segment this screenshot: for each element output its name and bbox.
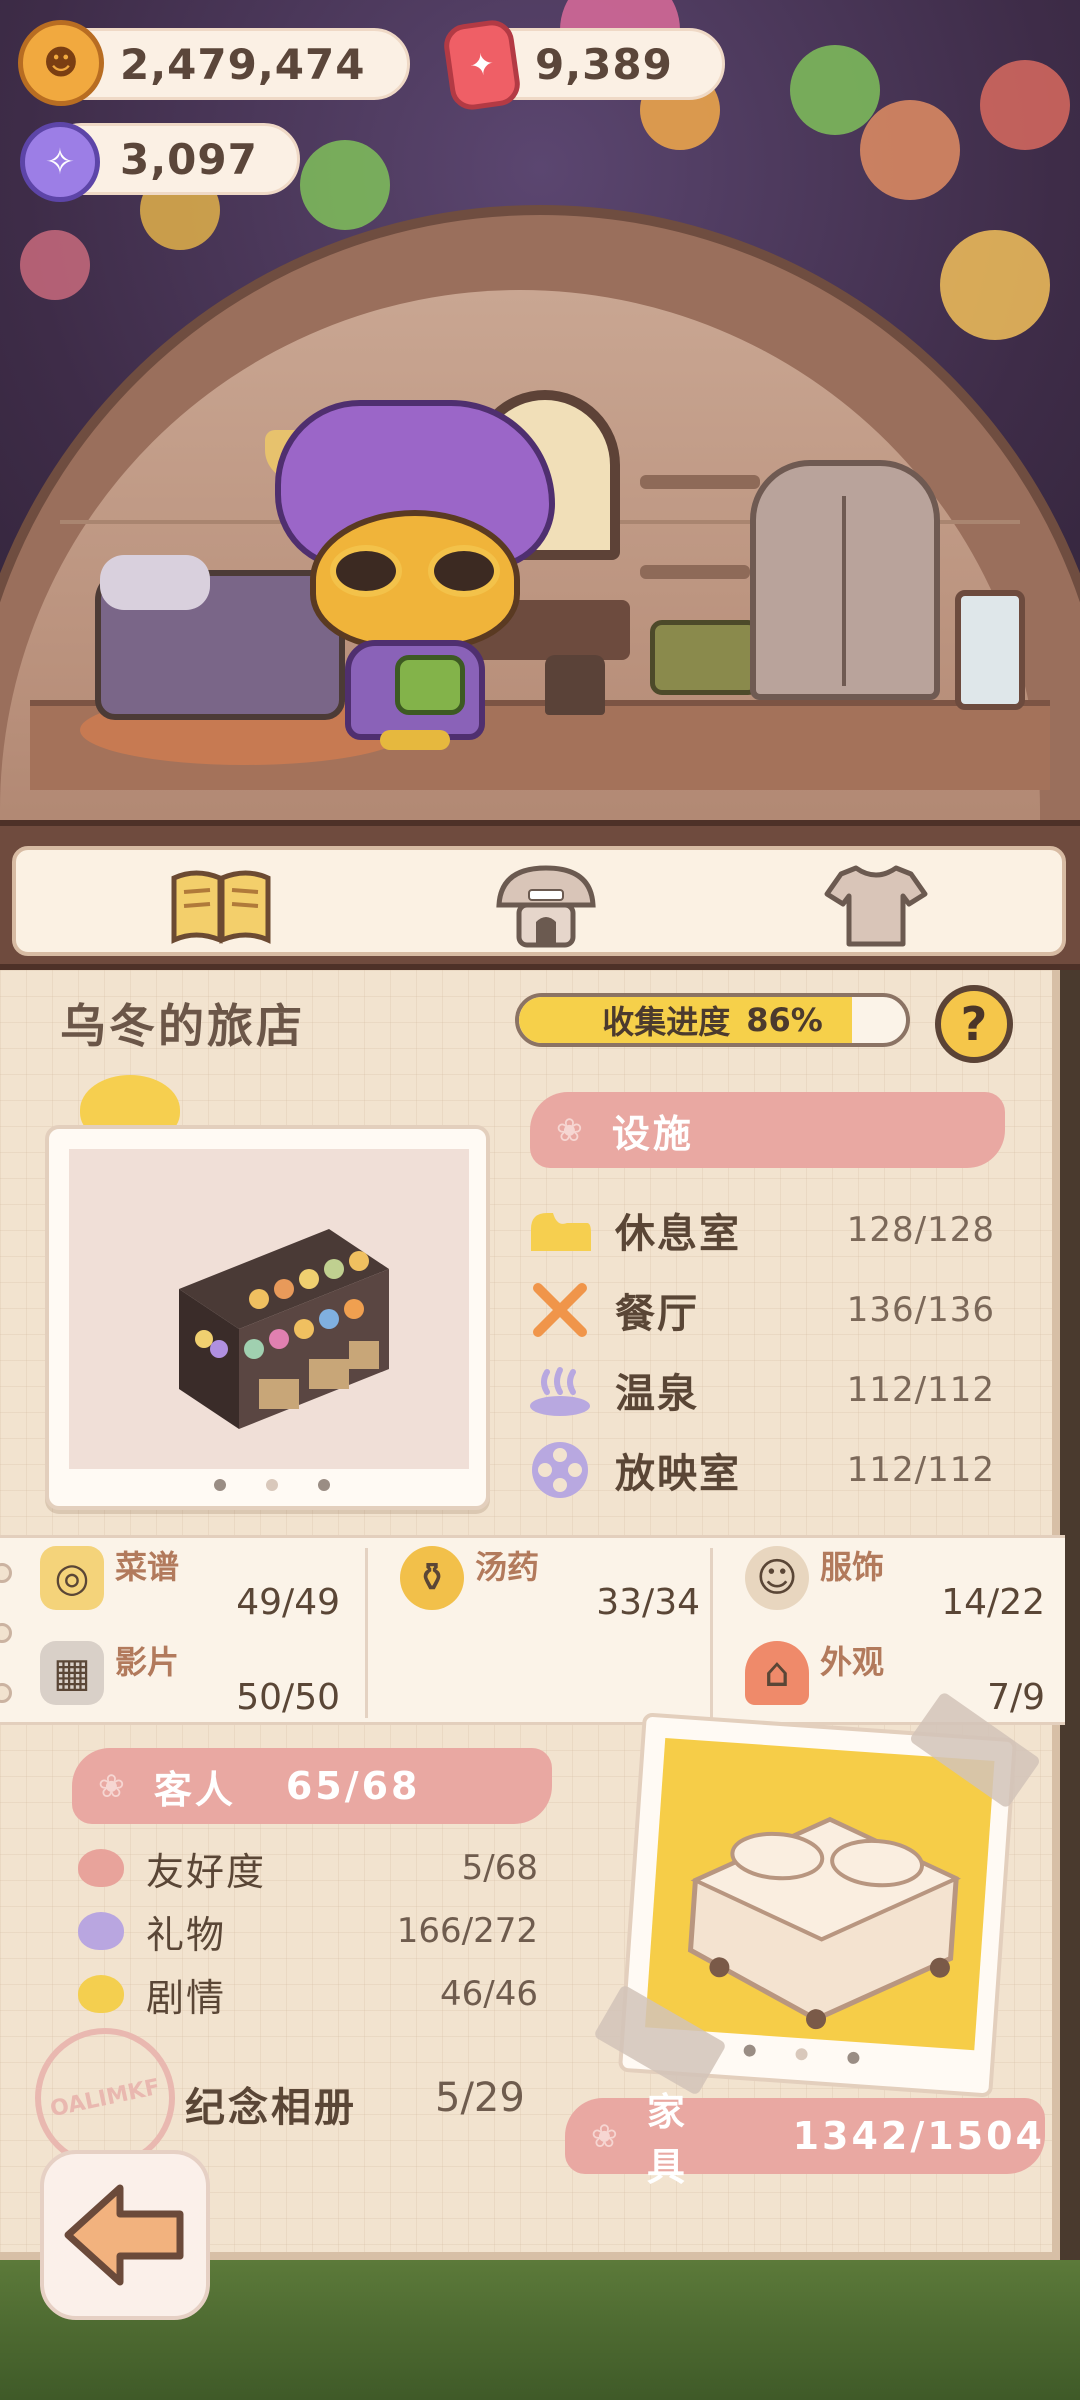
shirt-icon (824, 865, 928, 947)
carousel-dots[interactable] (214, 1479, 330, 1491)
wardrobe[interactable] (750, 460, 940, 700)
film-reel-icon (525, 1442, 595, 1498)
bed-icon (525, 1202, 595, 1258)
fork-knife-icon (525, 1282, 595, 1338)
tab-hotel[interactable] (486, 858, 606, 952)
carousel-dots[interactable] (743, 2044, 860, 2065)
heart-icon (78, 1975, 124, 2013)
question-mark-icon: ? (960, 997, 988, 1051)
progress-label: 收集进度 (602, 1003, 731, 1041)
standing-mirror[interactable] (955, 590, 1025, 710)
facilities-header-label: 设施 (611, 1111, 694, 1156)
back-arrow-icon (64, 2184, 184, 2286)
collection-exterior[interactable]: ⌂ 外观 7/9 (715, 1633, 1055, 1723)
cookie-coin-icon: ☻ (18, 20, 104, 106)
wall-shelf (640, 565, 750, 579)
furniture-header[interactable]: ❀ 家具 1342/1504 (565, 2090, 1045, 2189)
tab-collection-book[interactable] (161, 858, 281, 952)
album-label[interactable]: 纪念相册 (185, 2075, 357, 2133)
ruby-value: 9,389 (535, 39, 673, 89)
facility-row-screening-room[interactable]: 放映室 112/112 (525, 1435, 995, 1505)
candy-value: 3,097 (120, 134, 258, 184)
guest-row-story[interactable]: 剧情 46/46 (78, 1966, 538, 2022)
candy-icon: ✧ (20, 122, 100, 202)
recipe-icon: ◎ (40, 1546, 104, 1610)
collection-outfits[interactable]: ☺ 服饰 14/22 (715, 1538, 1055, 1628)
collection-progress-bar: 收集进度 86% (515, 993, 910, 1047)
outfit-icon: ☺ (745, 1546, 809, 1610)
mushroom-hotel-icon (496, 865, 596, 948)
paw-icon: ❀ (98, 1767, 128, 1805)
pillow (100, 555, 210, 610)
guests-header: ❀ 客人 65/68 (72, 1748, 552, 1824)
collection-films[interactable]: ▦ 影片 50/50 (10, 1633, 350, 1723)
guest-row-friendship[interactable]: 友好度 5/68 (78, 1840, 538, 1896)
clapperboard-icon: ▦ (40, 1641, 104, 1705)
tab-bar (0, 820, 1080, 970)
heart-icon (78, 1849, 124, 1887)
furniture-label: 家具 (646, 2090, 688, 2189)
collection-strip: ◎ 菜谱 49/49 ⚱ 汤药 33/34 ☺ 服饰 14/22 ▦ 影片 50… (0, 1535, 1065, 1725)
display-shelf-illustration (179, 1229, 389, 1429)
hot-spring-icon (525, 1362, 595, 1418)
sofa-illustration (687, 1816, 961, 2030)
tab-outfit[interactable] (816, 858, 936, 952)
treasure-chest[interactable] (650, 620, 760, 695)
heart-icon (78, 1912, 124, 1950)
facility-row-restaurant[interactable]: 餐厅 136/136 (525, 1275, 995, 1345)
paw-icon: ❀ (591, 2117, 621, 2155)
back-button[interactable] (40, 2150, 210, 2320)
book-icon (171, 870, 271, 944)
coin-value: 2,479,474 (120, 39, 366, 89)
collection-recipes[interactable]: ◎ 菜谱 49/49 (10, 1538, 350, 1628)
guests-header-label: 客人 (153, 1767, 236, 1812)
ruby-gem-icon: ✦ (441, 17, 523, 113)
hotel-title: 乌冬的旅店 (60, 999, 305, 1053)
facility-row-hot-spring[interactable]: 温泉 112/112 (525, 1355, 995, 1425)
progress-value: 86% (746, 1001, 823, 1039)
wall-shelf (640, 475, 760, 489)
house-exterior-icon: ⌂ (745, 1641, 809, 1705)
collection-potions[interactable]: ⚱ 汤药 33/34 (370, 1538, 710, 1628)
furniture-count: 1342/1504 (792, 2114, 1045, 2158)
paw-icon: ❀ (556, 1111, 586, 1149)
guests-header-count: 65/68 (285, 1764, 421, 1808)
album-count: 5/29 (435, 2075, 525, 2121)
facility-photo-card[interactable] (45, 1125, 490, 1510)
help-button[interactable]: ? (935, 985, 1013, 1063)
facilities-header: ❀ 设施 (530, 1092, 1005, 1168)
guest-row-gifts[interactable]: 礼物 166/272 (78, 1903, 538, 1959)
potion-icon: ⚱ (400, 1546, 464, 1610)
stool[interactable] (545, 655, 605, 715)
facility-row-lounge[interactable]: 休息室 128/128 (525, 1195, 995, 1265)
